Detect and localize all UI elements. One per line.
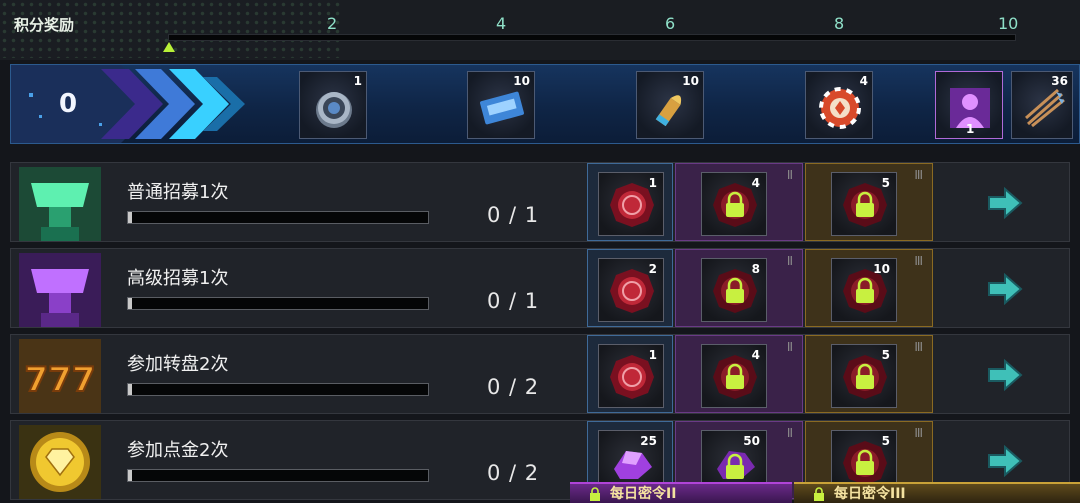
reward-count: 10 xyxy=(682,74,699,88)
reward-count: 4 xyxy=(859,74,868,88)
daily-pass-iii-tab[interactable]: 每日密令III xyxy=(794,482,1080,503)
task-progress-bar xyxy=(127,211,429,224)
task-progress-bar xyxy=(127,469,429,482)
gold-diamond-coin-icon xyxy=(19,425,101,499)
tier-numeral: II xyxy=(786,340,793,354)
milestone-reward-strip: 0 1 10 10 4 1 36 xyxy=(10,64,1080,144)
reward-count: 4 xyxy=(751,348,760,362)
reward-count: 8 xyxy=(751,262,760,276)
reward-count: 10 xyxy=(513,74,530,88)
lock-icon xyxy=(814,487,824,501)
milestone-reward-4[interactable]: 10 xyxy=(467,71,535,139)
daily-pass-ii-tab[interactable]: 每日密令II xyxy=(570,482,792,503)
milestone-reward-8[interactable]: 4 xyxy=(805,71,873,139)
tier-numeral: II xyxy=(786,254,793,268)
reward-count: 25 xyxy=(640,434,657,448)
task-name: 参加转盘2次 xyxy=(127,354,229,375)
reward-slot[interactable]: 1 xyxy=(598,344,664,408)
silver-coin-icon xyxy=(316,92,352,128)
task-progress-text: 0 / 2 xyxy=(487,375,540,399)
reward-slot[interactable]: 4 xyxy=(701,172,767,236)
bullet-icon xyxy=(655,95,682,127)
casino-chip-icon xyxy=(819,87,861,129)
go-arrow-icon[interactable] xyxy=(985,273,1025,305)
progress-marker-icon xyxy=(163,42,175,52)
task-row: 普通招募1次 0 / 1 1 II 4 III 5 xyxy=(10,162,1070,242)
milestone-reward-10[interactable]: 1 xyxy=(935,71,1003,139)
reward-slot[interactable]: 10 xyxy=(831,258,897,322)
reward-count: 10 xyxy=(873,262,890,276)
chevron-decoration: 0 xyxy=(11,65,261,143)
tier-numeral: II xyxy=(786,168,793,182)
task-name: 普通招募1次 xyxy=(127,182,229,203)
reward-count: 36 xyxy=(1051,74,1068,88)
reward-count: 2 xyxy=(648,262,657,276)
tick-label: 10 xyxy=(998,14,1019,33)
reward-count: 4 xyxy=(751,176,760,190)
milestone-reward-bonus[interactable]: 36 xyxy=(1011,71,1073,139)
reward-slot[interactable]: 4 xyxy=(701,344,767,408)
go-arrow-icon[interactable] xyxy=(985,187,1025,219)
tab-label: 每日密令II xyxy=(610,486,677,502)
tier-numeral: III xyxy=(914,426,923,440)
reward-count: 1 xyxy=(966,122,975,136)
points-progress-track xyxy=(168,34,1016,41)
task-progress-bar xyxy=(127,297,429,310)
go-arrow-icon[interactable] xyxy=(985,359,1025,391)
task-row: 高级招募1次 0 / 1 2 II 8 III 10 xyxy=(10,248,1070,328)
task-progress-bar xyxy=(127,383,429,396)
purple-recruit-icon xyxy=(19,253,101,327)
task-progress-text: 0 / 2 xyxy=(487,461,540,485)
green-recruit-icon xyxy=(19,167,101,241)
tier-numeral: III xyxy=(914,340,923,354)
reward-tier-2: II 4 xyxy=(675,163,803,241)
reward-tier-3: III 10 xyxy=(805,249,933,327)
reward-slot[interactable]: 1 xyxy=(598,172,664,236)
reward-tier-1: 2 xyxy=(587,249,673,327)
reward-tier-1: 1 xyxy=(587,163,673,241)
current-points: 0 xyxy=(59,89,78,119)
task-name: 参加点金2次 xyxy=(127,440,229,461)
reward-tier-3: III 5 xyxy=(805,163,933,241)
milestone-reward-2[interactable]: 1 xyxy=(299,71,367,139)
arrow-bundle-icon xyxy=(1025,88,1065,128)
lock-icon xyxy=(590,487,600,501)
reward-tier-1: 1 xyxy=(587,335,673,413)
task-row: 777 参加转盘2次 0 / 2 1 II 4 III 5 xyxy=(10,334,1070,414)
reward-count: 5 xyxy=(881,434,890,448)
cinema-ticket-icon xyxy=(480,91,524,125)
tier-numeral: II xyxy=(786,426,793,440)
reward-tier-2: II 4 xyxy=(675,335,803,413)
reward-count: 5 xyxy=(881,176,890,190)
reward-count: 50 xyxy=(743,434,760,448)
reward-tier-2: II 8 xyxy=(675,249,803,327)
task-progress-text: 0 / 1 xyxy=(487,289,540,313)
points-progress-header: 积分奖励 2 4 6 8 10 xyxy=(0,0,1080,60)
reward-count: 5 xyxy=(881,348,890,362)
reward-count: 1 xyxy=(353,74,362,88)
tick-label: 4 xyxy=(496,14,507,33)
reward-count: 1 xyxy=(648,176,657,190)
reward-tier-3: III 5 xyxy=(805,335,933,413)
svg-text:777: 777 xyxy=(25,360,96,400)
tick-label: 8 xyxy=(834,14,845,33)
tier-numeral: III xyxy=(914,168,923,182)
task-name: 高级招募1次 xyxy=(127,268,229,289)
reward-count: 1 xyxy=(648,348,657,362)
milestone-reward-6[interactable]: 10 xyxy=(636,71,704,139)
reward-slot[interactable]: 2 xyxy=(598,258,664,322)
task-progress-text: 0 / 1 xyxy=(487,203,540,227)
reward-slot[interactable]: 8 xyxy=(701,258,767,322)
reward-slot[interactable]: 5 xyxy=(831,344,897,408)
tier-numeral: III xyxy=(914,254,923,268)
tick-label: 2 xyxy=(327,14,338,33)
points-reward-title: 积分奖励 xyxy=(14,16,75,34)
task-list: 普通招募1次 0 / 1 1 II 4 III 5 高级招募1次 0 / 1 2… xyxy=(0,152,1080,503)
go-arrow-icon[interactable] xyxy=(985,445,1025,477)
slot-777-icon: 777 xyxy=(19,339,101,413)
tick-label: 6 xyxy=(665,14,676,33)
tab-label: 每日密令III xyxy=(834,486,906,502)
reward-slot[interactable]: 5 xyxy=(831,172,897,236)
